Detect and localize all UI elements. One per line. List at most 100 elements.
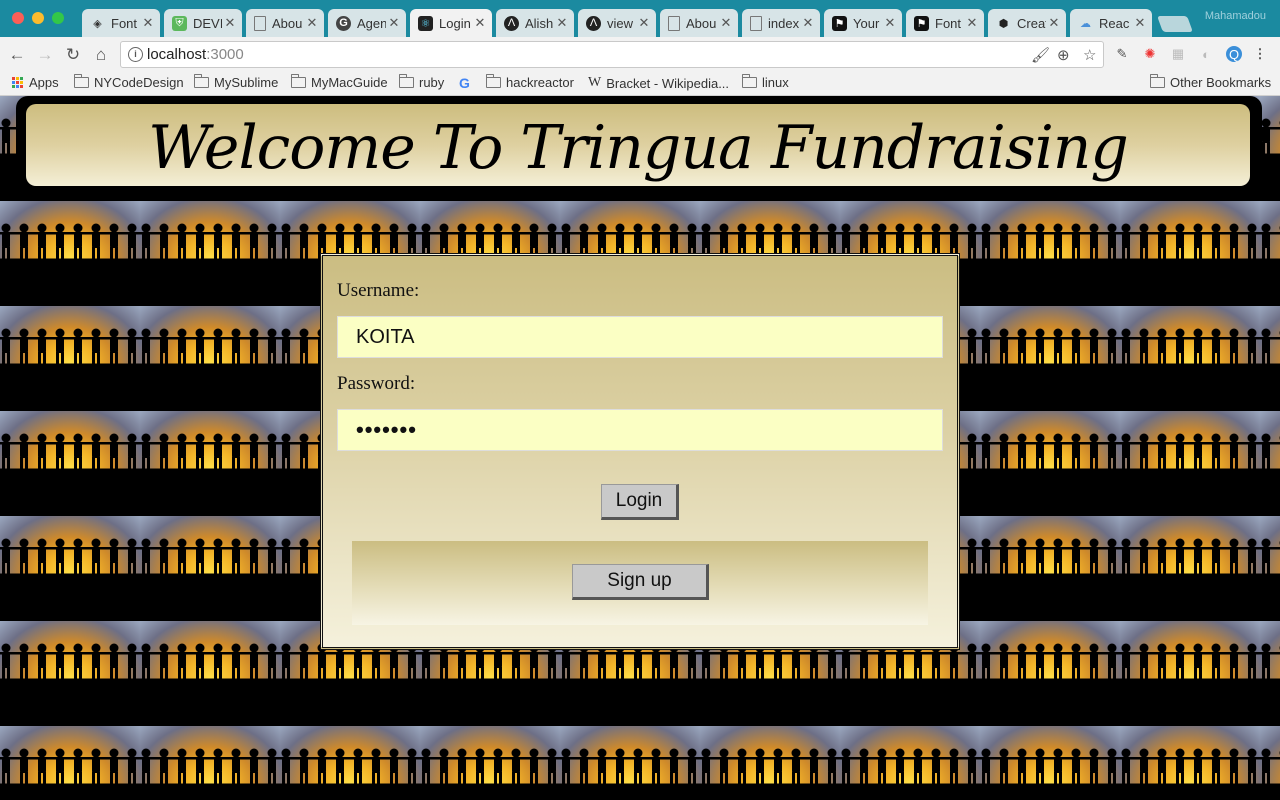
bookmark-folder[interactable]: linux [742,74,789,90]
tab-title: Font [935,15,962,31]
tab-title: Alish [525,15,554,31]
grid-extension-icon[interactable]: ▦ [1170,46,1186,62]
tab[interactable]: ☁ Reac ✕ [1070,9,1152,37]
home-icon[interactable]: ⌂ [90,44,112,66]
close-icon[interactable]: ✕ [142,15,154,31]
bookmark-wikipedia[interactable]: W Bracket - Wikipedia... [588,75,729,91]
tab[interactable]: Λ view ✕ [578,9,656,37]
password-input[interactable]: ••••••• [337,409,943,451]
star-icon[interactable]: ☆ [1083,46,1096,64]
close-icon[interactable]: ✕ [388,15,400,31]
page-icon [254,15,266,31]
bookmark-folder[interactable]: MyMacGuide [291,74,388,90]
new-tab-button[interactable] [1157,16,1193,32]
close-icon[interactable]: ✕ [884,15,896,31]
page-icon [750,15,762,31]
folder-icon [486,74,501,88]
close-icon[interactable]: ✕ [638,15,650,31]
zoom-icon[interactable]: ⊕ [1057,46,1070,64]
close-icon[interactable]: ✕ [720,15,732,31]
back-icon[interactable]: ← [6,44,28,66]
bookmark-label: Apps [29,75,59,90]
close-icon[interactable]: ✕ [1048,15,1060,31]
profile-name[interactable]: Mahamadou [1205,10,1266,22]
tab-title: Reac [1099,15,1130,31]
menu-icon[interactable]: ⋮ [1252,46,1268,62]
username-label: Username: [337,280,420,301]
bookmark-folder[interactable]: hackreactor [486,74,574,90]
tab[interactable]: Λ Alish ✕ [496,9,574,37]
banner-panel: Welcome To Tringua Fundraising [26,104,1250,186]
tab-title: view [607,15,634,31]
tab[interactable]: G Agen ✕ [328,9,406,37]
bookmarks-bar: Apps NYCodeDesign MySublime MyMacGuide r… [0,72,1280,96]
signup-section: Sign up [352,541,928,625]
tab[interactable]: ⛨ DEVI ✕ [164,9,242,37]
url-text[interactable]: localhost:3000 [147,46,244,63]
folder-icon [291,74,306,88]
bookmark-label: linux [762,75,789,90]
close-icon[interactable]: ✕ [474,15,486,31]
folder-icon [1150,74,1165,88]
bookmark-google[interactable]: G [459,75,470,91]
other-bookmarks[interactable]: Other Bookmarks [1150,74,1272,90]
username-input[interactable]: KOITA [337,316,943,358]
bookmark-label: Bracket - Wikipedia... [606,75,730,91]
reload-icon[interactable]: ↻ [62,44,84,66]
tab-active[interactable]: ⚛ Login ✕ [410,9,492,37]
bookmark-label: MyMacGuide [311,75,388,90]
login-button[interactable]: Login [601,484,679,520]
close-icon[interactable]: ✕ [802,15,814,31]
triangle-logo-icon: Λ [504,15,519,31]
tab-title: index [768,15,800,31]
tab[interactable]: ⬢ Creat ✕ [988,9,1066,37]
info-icon[interactable]: i [128,47,143,62]
cube-icon: ⬢ [998,17,1009,30]
tab-strip: ◈ Font ✕ ⛨ DEVI ✕ Abou ✕ G Agen ✕ ⚛ Logi… [0,0,1280,37]
bookmark-folder[interactable]: MySublime [194,74,278,90]
tab-title: Your [853,15,880,31]
flag-icon: ⚑ [832,15,847,31]
color-wheel-icon[interactable]: ✺ [1142,46,1158,62]
tab[interactable]: Abou ✕ [660,9,738,37]
paint-brush-icon[interactable]: 🖌 [1031,46,1050,64]
tab-title: DEVI [193,15,222,31]
tab[interactable]: index ✕ [742,9,820,37]
apps-grid-icon [12,77,23,88]
address-bar[interactable]: i localhost:3000 🖌 ⊕ ☆ [120,41,1104,68]
tab-title: Abou [272,15,303,31]
q-extension-icon[interactable]: Q [1226,46,1242,62]
bookmark-folder[interactable]: NYCodeDesign [74,74,184,90]
signup-button[interactable]: Sign up [572,564,709,600]
tab[interactable]: Abou ✕ [246,9,324,37]
triangle-logo-icon: Λ [586,15,601,31]
bookmark-label: Other Bookmarks [1170,75,1272,90]
close-window-button[interactable] [12,12,24,24]
close-icon[interactable]: ✕ [556,15,568,31]
login-form: Username: KOITA Password: ••••••• Login … [320,253,960,650]
minimize-window-button[interactable] [32,12,44,24]
tab[interactable]: ⚑ Font ✕ [906,9,984,37]
flag-icon: ⚑ [914,15,929,31]
close-icon[interactable]: ✕ [966,15,978,31]
tab[interactable]: ◈ Font ✕ [82,9,160,37]
eyedropper-icon[interactable]: ✎ [1114,46,1130,62]
tab-title: Abou [686,15,717,31]
forward-icon[interactable]: → [34,44,56,66]
tab-title: Agen [357,15,386,31]
maximize-window-button[interactable] [52,12,64,24]
welcome-banner: Welcome To Tringua Fundraising [16,96,1262,192]
close-icon[interactable]: ✕ [224,15,236,31]
bookmark-label: NYCodeDesign [94,75,184,90]
tab[interactable]: ⚑ Your ✕ [824,9,902,37]
close-icon[interactable]: ✕ [1134,15,1146,31]
page-icon [668,15,680,31]
close-icon[interactable]: ✕ [306,15,318,31]
bookmark-apps[interactable]: Apps [12,75,59,90]
browser-toolbar: ← → ↻ ⌂ i localhost:3000 🖌 ⊕ ☆ ✎ ✺ ▦ ◐ Q… [0,37,1280,72]
bookmark-folder[interactable]: ruby [399,74,445,90]
password-label: Password: [337,373,416,394]
circle-extension-icon[interactable]: ◐ [1198,46,1214,62]
bookmark-label: ruby [419,75,445,90]
folder-icon [742,74,757,88]
